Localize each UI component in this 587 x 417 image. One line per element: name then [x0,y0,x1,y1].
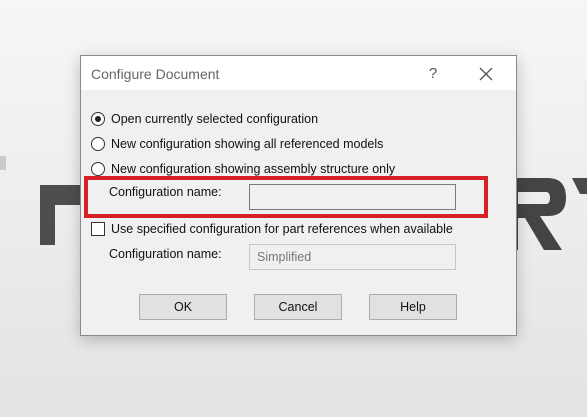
radio-button[interactable] [91,137,105,151]
specified-config-name-input[interactable]: Simplified [249,244,456,270]
help-icon[interactable]: ? [421,64,445,84]
option-open-selected[interactable]: Open currently selected configuration [91,110,318,128]
dialog-titlebar: Configure Document ? [81,56,516,90]
option-label: New configuration showing assembly struc… [111,162,396,176]
radio-button[interactable] [91,162,105,176]
help-button[interactable]: Help [369,294,457,320]
ok-button[interactable]: OK [139,294,227,320]
close-icon[interactable] [474,62,498,86]
cancel-button[interactable]: Cancel [254,294,342,320]
option-label: Open currently selected configuration [111,112,319,126]
use-specified-checkbox[interactable] [91,222,105,236]
option-new-referenced-models[interactable]: New configuration showing all referenced… [91,135,383,153]
dialog-title: Configure Document [91,66,220,82]
radio-button[interactable] [91,112,105,126]
highlight-box [84,176,488,218]
checkbox-label: Use specified configuration for part ref… [111,222,453,236]
specified-config-name-label: Configuration name: [109,247,222,261]
use-specified-config-option[interactable]: Use specified configuration for part ref… [91,220,453,238]
option-label: New configuration showing all referenced… [111,137,384,151]
